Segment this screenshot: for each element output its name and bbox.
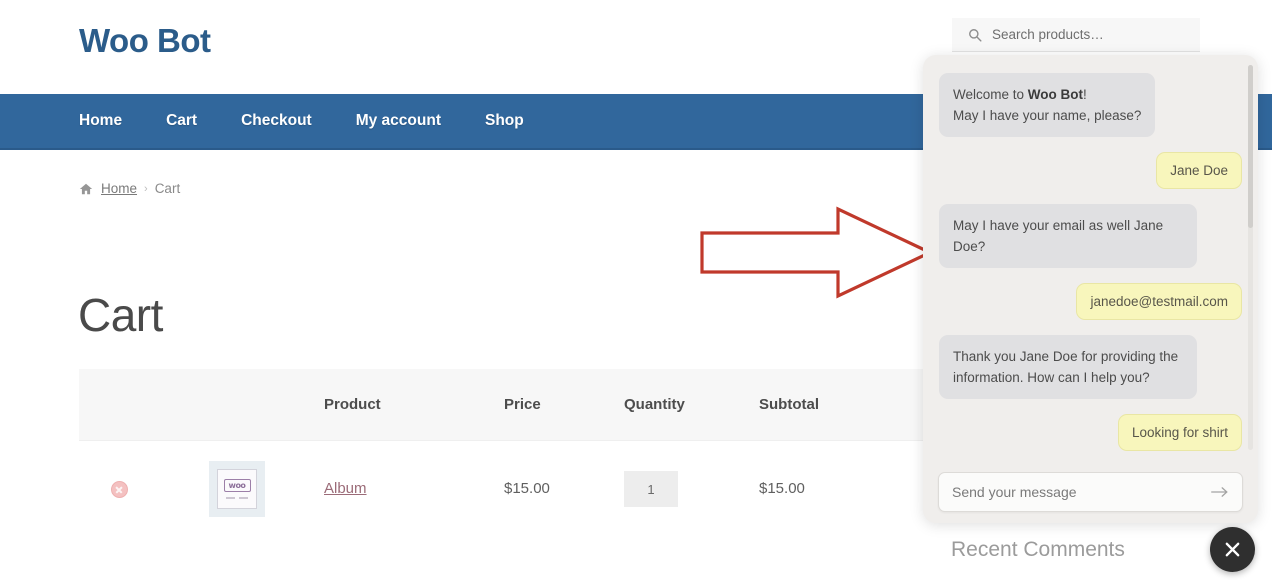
home-icon[interactable]: [79, 182, 93, 196]
placeholder-lines: [226, 497, 248, 499]
cell-subtotal: $15.00: [759, 480, 934, 498]
breadcrumb-current: Cart: [154, 181, 181, 196]
chat-bubble-bot: Thank you Jane Doe for providing the inf…: [939, 335, 1197, 399]
recent-comments-heading: Recent Comments: [951, 538, 1125, 561]
header-cell-price: Price: [504, 395, 541, 413]
chat-message-user-shirt: Looking for shirt: [939, 414, 1242, 451]
breadcrumb-link-home[interactable]: Home: [101, 181, 137, 196]
cart-table-header-row: Product Price Quantity Subtotal: [79, 369, 934, 441]
chat-message-bot-thanks: Thank you Jane Doe for providing the inf…: [939, 335, 1242, 399]
chat-close-button[interactable]: [1210, 527, 1255, 572]
site-title[interactable]: Woo Bot: [79, 20, 211, 62]
chat-input-area: Send your message: [923, 461, 1258, 523]
breadcrumb-separator: ›: [144, 182, 148, 195]
table-row: woo Album $15.00 1 $15.00: [79, 441, 934, 537]
cell-product: Album: [324, 480, 504, 498]
chat-line-ask-name: May I have your name, please?: [953, 108, 1142, 123]
chat-scrollbar-thumb[interactable]: [1248, 65, 1253, 228]
header-cell-quantity: Quantity: [624, 395, 685, 413]
annotation-arrow-icon: [700, 206, 932, 299]
cell-remove: [79, 480, 159, 498]
chat-bubble-user: Looking for shirt: [1117, 414, 1242, 451]
chat-message-user-name: Jane Doe: [939, 152, 1242, 189]
cell-thumbnail: woo: [159, 461, 324, 517]
placeholder-image-icon: woo: [217, 469, 257, 509]
chat-message-bot-welcome: Welcome to Woo Bot! May I have your name…: [939, 73, 1242, 137]
close-icon: [1225, 542, 1240, 557]
send-arrow-icon[interactable]: [1211, 485, 1229, 499]
chat-bubble-bot: Welcome to Woo Bot! May I have your name…: [939, 73, 1156, 137]
cart-table: Product Price Quantity Subtotal woo Albu…: [79, 369, 934, 537]
chat-message-user-email: janedoe@testmail.com: [939, 283, 1242, 320]
page-title: Cart: [78, 289, 163, 341]
chat-message-bot-ask-email: May I have your email as well Jane Doe?: [939, 204, 1242, 268]
nav-item-checkout[interactable]: Checkout: [241, 112, 312, 130]
product-subtotal: $15.00: [759, 480, 805, 497]
chat-input-field[interactable]: Send your message: [938, 472, 1243, 512]
welcome-brand: Woo Bot: [1027, 87, 1084, 102]
nav-item-my-account[interactable]: My account: [356, 112, 441, 130]
page-root: Woo Bot Search products… Home Cart Check…: [0, 0, 1272, 580]
breadcrumb: Home › Cart: [79, 181, 180, 196]
cell-quantity: 1: [624, 471, 759, 507]
chat-bubble-bot: May I have your email as well Jane Doe?: [939, 204, 1197, 268]
search-input-placeholder[interactable]: Search products…: [992, 27, 1104, 42]
welcome-prefix: Welcome to: [953, 87, 1028, 102]
nav-item-cart[interactable]: Cart: [166, 112, 197, 130]
nav-item-home[interactable]: Home: [79, 112, 122, 130]
chat-scrollbar[interactable]: [1248, 65, 1253, 450]
woo-badge-text: woo: [223, 479, 251, 492]
chat-line-welcome: Welcome to Woo Bot!: [953, 84, 1141, 105]
search-products-box[interactable]: Search products…: [952, 18, 1200, 52]
chat-message-list: Welcome to Woo Bot! May I have your name…: [923, 55, 1258, 461]
cell-price: $15.00: [504, 480, 624, 498]
header-cell-product: Product: [324, 395, 381, 413]
product-link-album[interactable]: Album: [324, 480, 367, 497]
welcome-suffix: !: [1083, 87, 1087, 102]
quantity-input[interactable]: 1: [624, 471, 678, 507]
product-thumbnail[interactable]: woo: [209, 461, 265, 517]
chat-input-placeholder[interactable]: Send your message: [952, 484, 1211, 500]
chat-bubble-user: janedoe@testmail.com: [1076, 283, 1242, 320]
product-price: $15.00: [504, 480, 550, 497]
search-icon: [969, 28, 982, 42]
remove-item-icon[interactable]: [110, 480, 128, 498]
chat-widget-panel: Welcome to Woo Bot! May I have your name…: [923, 55, 1258, 523]
chat-bubble-user: Jane Doe: [1156, 152, 1242, 189]
header-cell-subtotal: Subtotal: [759, 395, 819, 413]
nav-item-shop[interactable]: Shop: [485, 112, 524, 130]
